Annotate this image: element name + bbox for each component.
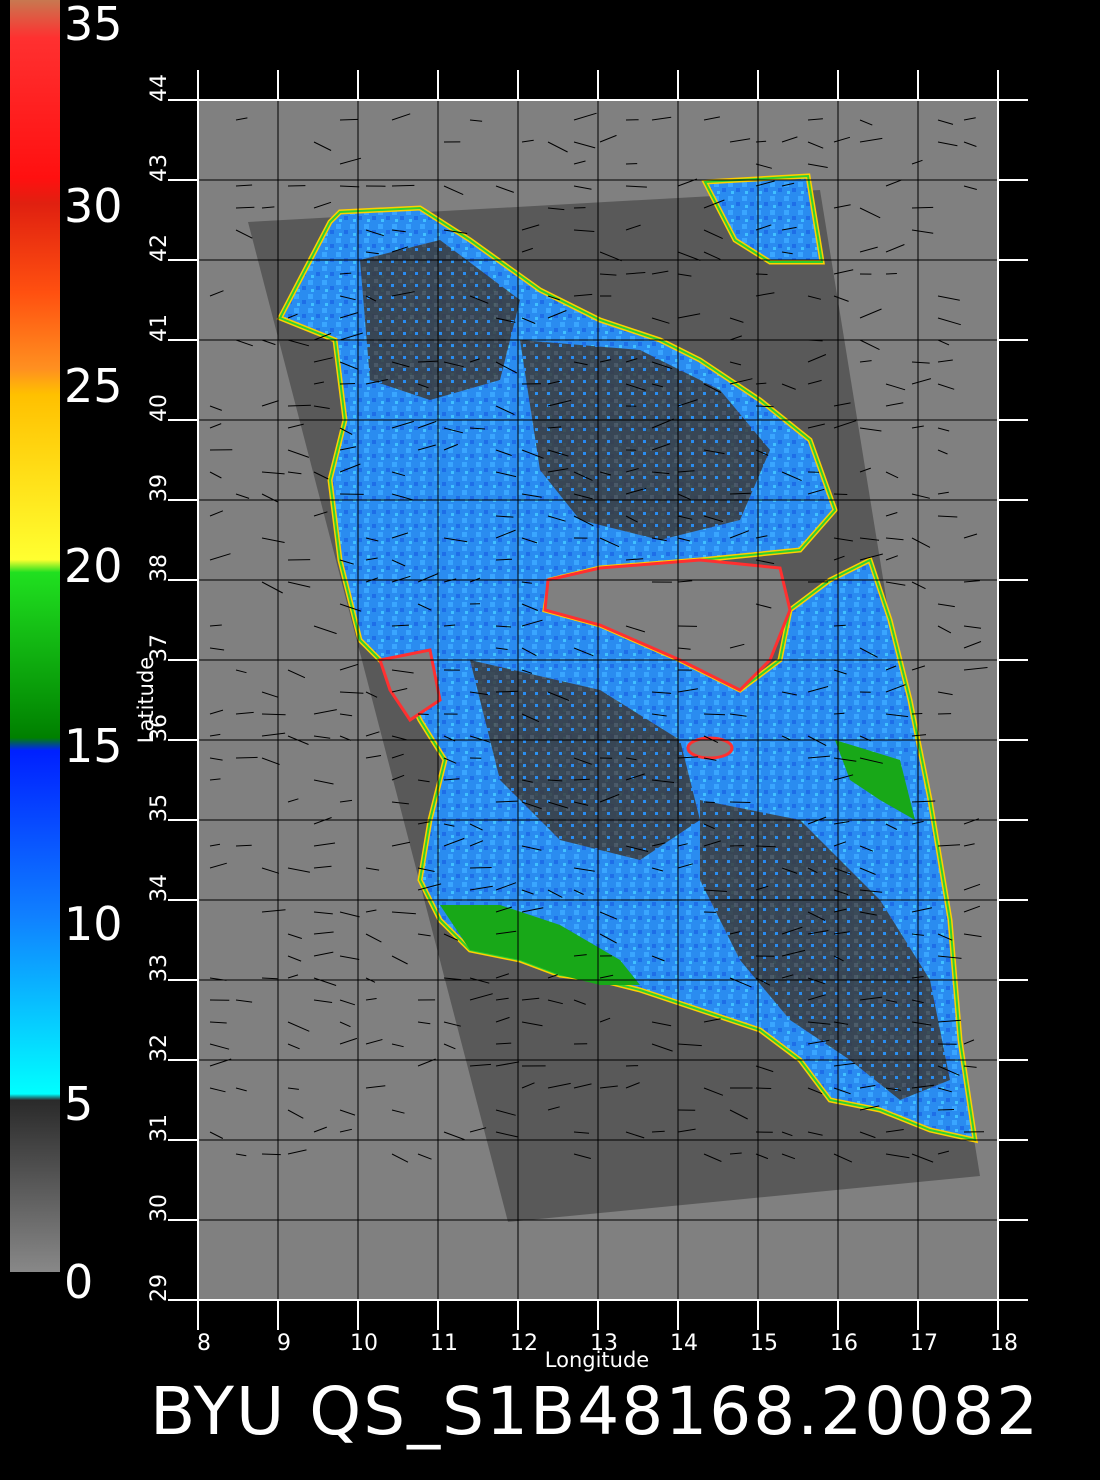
colorbar-label-10: 10 bbox=[64, 897, 123, 951]
colorbar-label-20: 20 bbox=[64, 539, 123, 593]
lat-tick-label: 41 bbox=[147, 314, 172, 342]
colorbar-label-5: 5 bbox=[64, 1077, 93, 1131]
wind-vector bbox=[833, 624, 846, 627]
wind-vector bbox=[911, 206, 934, 209]
x-axis-title: Longitude bbox=[545, 1348, 649, 1372]
wind-vector bbox=[339, 383, 356, 385]
colorbar-gradient bbox=[10, 0, 60, 1272]
wind-vector bbox=[755, 405, 774, 408]
lon-tick-label: 14 bbox=[670, 1331, 698, 1356]
lat-tick-label: 40 bbox=[147, 394, 172, 422]
lat-tick-label: 34 bbox=[147, 874, 172, 902]
lon-tick-label: 12 bbox=[510, 1331, 538, 1356]
wind-vector bbox=[261, 713, 286, 716]
lon-tick-label: 11 bbox=[430, 1331, 458, 1356]
wind-vector bbox=[885, 273, 897, 275]
lat-tick-label: 32 bbox=[147, 1034, 172, 1062]
colorbar-label-25: 25 bbox=[64, 359, 123, 413]
lon-tick-label: 16 bbox=[830, 1331, 858, 1356]
lon-tick-label: 10 bbox=[350, 1331, 378, 1356]
wind-vector bbox=[469, 867, 492, 869]
colorbar-label-15: 15 bbox=[64, 719, 123, 773]
colorbar-label-0: 0 bbox=[64, 1255, 93, 1309]
lat-tick-label: 39 bbox=[147, 474, 172, 502]
colorbar: 35 30 25 20 15 10 5 0 bbox=[10, 0, 123, 1309]
lat-tick-label: 29 bbox=[147, 1274, 172, 1302]
lon-tick-label: 9 bbox=[277, 1331, 291, 1356]
lon-tick-label: 8 bbox=[197, 1331, 211, 1356]
lat-tick-label: 38 bbox=[147, 554, 172, 582]
lat-tick-label: 31 bbox=[147, 1114, 172, 1142]
wind-vector bbox=[911, 713, 923, 715]
wind-vector bbox=[833, 493, 848, 495]
lon-tick-label: 17 bbox=[910, 1331, 938, 1356]
wind-vector bbox=[235, 756, 258, 759]
wind-vector bbox=[495, 690, 519, 693]
colorbar-label-30: 30 bbox=[64, 179, 123, 233]
colorbar-label-35: 35 bbox=[64, 0, 123, 51]
footer-title: BYU QS_S1B48168.20082 bbox=[150, 1373, 1040, 1450]
lat-tick-label: 44 bbox=[147, 74, 172, 102]
wind-vector bbox=[937, 1109, 955, 1111]
lat-tick-label: 35 bbox=[147, 794, 172, 822]
y-axis-title: Latitude bbox=[134, 657, 158, 743]
lon-tick-label: 18 bbox=[990, 1331, 1018, 1356]
wind-vector bbox=[339, 118, 359, 121]
wind-map-figure: 35 30 25 20 15 10 5 0 8 9 10 11 12 13 14 15 16 17… bbox=[10, 0, 1040, 1450]
lon-tick-label: 15 bbox=[750, 1331, 778, 1356]
lat-tick-label: 33 bbox=[147, 954, 172, 982]
wind-vector bbox=[417, 713, 429, 715]
wind-vector bbox=[833, 712, 845, 715]
wind-vector bbox=[703, 801, 715, 803]
lat-tick-label: 42 bbox=[147, 234, 172, 262]
land-island-malta bbox=[686, 736, 734, 760]
wind-vector bbox=[391, 184, 415, 187]
lat-tick-label: 30 bbox=[147, 1194, 172, 1222]
lat-tick-label: 43 bbox=[147, 154, 172, 182]
wind-vector bbox=[729, 801, 751, 803]
